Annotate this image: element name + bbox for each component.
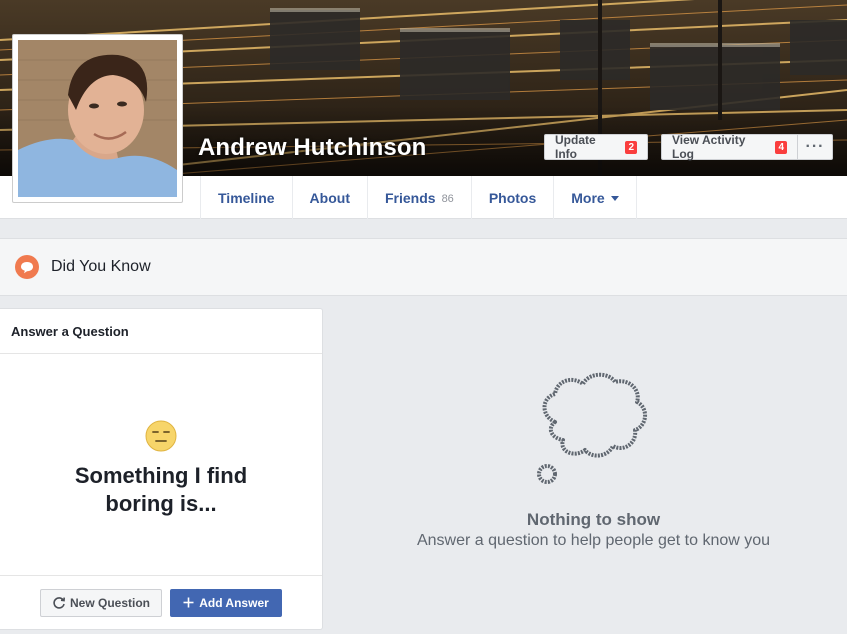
- new-question-button[interactable]: New Question: [40, 588, 162, 617]
- expressionless-face-icon: [145, 420, 177, 452]
- question-prompt: Something I find boring is...: [74, 463, 248, 516]
- update-info-label: Update Info: [555, 133, 596, 161]
- tab-label: Photos: [488, 189, 537, 206]
- tab-more[interactable]: More: [554, 176, 637, 219]
- tab-label: About: [309, 189, 350, 206]
- friends-count: 86: [441, 192, 454, 205]
- empty-state-title: Nothing to show: [526, 510, 661, 529]
- tab-friends[interactable]: Friends 86: [368, 176, 472, 219]
- tab-photos[interactable]: Photos: [472, 176, 555, 219]
- empty-state: Nothing to show Answer a question to hel…: [340, 360, 847, 580]
- tab-about[interactable]: About: [293, 176, 368, 219]
- thought-bubble-icon: [537, 372, 647, 484]
- empty-state-subtitle: Answer a question to help people get to …: [416, 532, 771, 549]
- tab-label: More: [571, 189, 605, 206]
- speech-bubble-icon: [15, 255, 39, 279]
- add-answer-button[interactable]: Add Answer: [170, 588, 282, 617]
- section-title: Did You Know: [51, 258, 151, 275]
- card-body: Something I find boring is...: [0, 355, 322, 577]
- new-question-label: New Question: [69, 595, 150, 610]
- answer-question-card: Answer a Question Something I find borin…: [0, 308, 323, 630]
- caret-down-icon: [610, 196, 619, 201]
- tab-label: Friends: [384, 189, 436, 206]
- card-footer: New Question Add Answer: [0, 575, 322, 629]
- plus-icon: [183, 597, 194, 608]
- activity-log-badge: 4: [775, 140, 787, 154]
- add-answer-label: Add Answer: [199, 595, 269, 610]
- profile-picture-frame[interactable]: [12, 34, 183, 203]
- profile-tabs: Timeline About Friends 86 Photos More: [200, 176, 637, 219]
- avatar: [18, 40, 177, 197]
- activity-log-label: View Activity Log: [672, 133, 746, 161]
- update-info-button[interactable]: Update Info 2: [544, 133, 648, 161]
- more-options-button[interactable]: ···: [797, 134, 833, 160]
- tab-timeline[interactable]: Timeline: [201, 176, 293, 219]
- view-activity-log-button[interactable]: View Activity Log 4: [661, 133, 797, 161]
- update-info-badge: 2: [625, 140, 637, 154]
- avatar-image: [18, 40, 177, 197]
- card-title: Answer a Question: [11, 323, 129, 339]
- refresh-icon: [53, 596, 65, 609]
- did-you-know-header: Did You Know: [0, 238, 847, 296]
- tab-label: Timeline: [218, 189, 275, 206]
- profile-name[interactable]: Andrew Hutchinson: [198, 134, 426, 162]
- card-header: Answer a Question: [0, 309, 322, 354]
- ellipsis-icon: ···: [805, 138, 825, 155]
